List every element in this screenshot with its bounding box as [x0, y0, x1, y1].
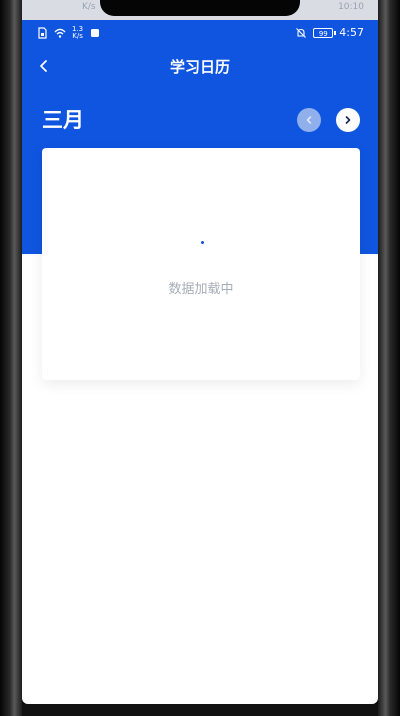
notification-icon — [91, 29, 100, 37]
battery-icon: 99 — [313, 27, 337, 38]
battery-level: 99 — [318, 29, 328, 38]
screen: K/s 10:10 1.3 K/s 99 4:57 学习日历 三月 数据加载中 — [22, 0, 378, 704]
page-title: 学习日历 — [169, 58, 230, 76]
phone-bezel-right — [378, 0, 400, 716]
camera-notch — [100, 0, 300, 16]
previous-month-button[interactable] — [297, 108, 321, 132]
status-bar: 1.3 K/s 99 4:57 — [22, 20, 378, 46]
month-navigation: 三月 — [22, 100, 378, 140]
previous-speed-text: K/s — [82, 2, 96, 12]
sim-card-icon — [38, 27, 47, 39]
chevron-right-icon — [345, 116, 351, 124]
next-month-button[interactable] — [336, 108, 360, 132]
phone-bezel-left — [0, 0, 22, 716]
network-speed: 1.3 K/s — [72, 26, 83, 40]
loading-spinner-icon — [201, 241, 204, 244]
calendar-card: 数据加载中 — [42, 148, 360, 380]
previous-time-text: 10:10 — [338, 2, 364, 12]
loading-text: 数据加载中 — [168, 282, 234, 297]
phone-bottom-edge — [22, 704, 378, 716]
phone-frame: K/s 10:10 1.3 K/s 99 4:57 学习日历 三月 数据加载中 — [0, 0, 400, 716]
month-title: 三月 — [42, 108, 84, 132]
app-bar: 学习日历 — [22, 46, 378, 90]
status-time: 4:57 — [339, 26, 364, 39]
wifi-icon — [54, 28, 66, 38]
chevron-left-icon — [306, 116, 312, 124]
bell-muted-icon — [296, 27, 307, 38]
network-speed-unit: K/s — [72, 32, 83, 40]
